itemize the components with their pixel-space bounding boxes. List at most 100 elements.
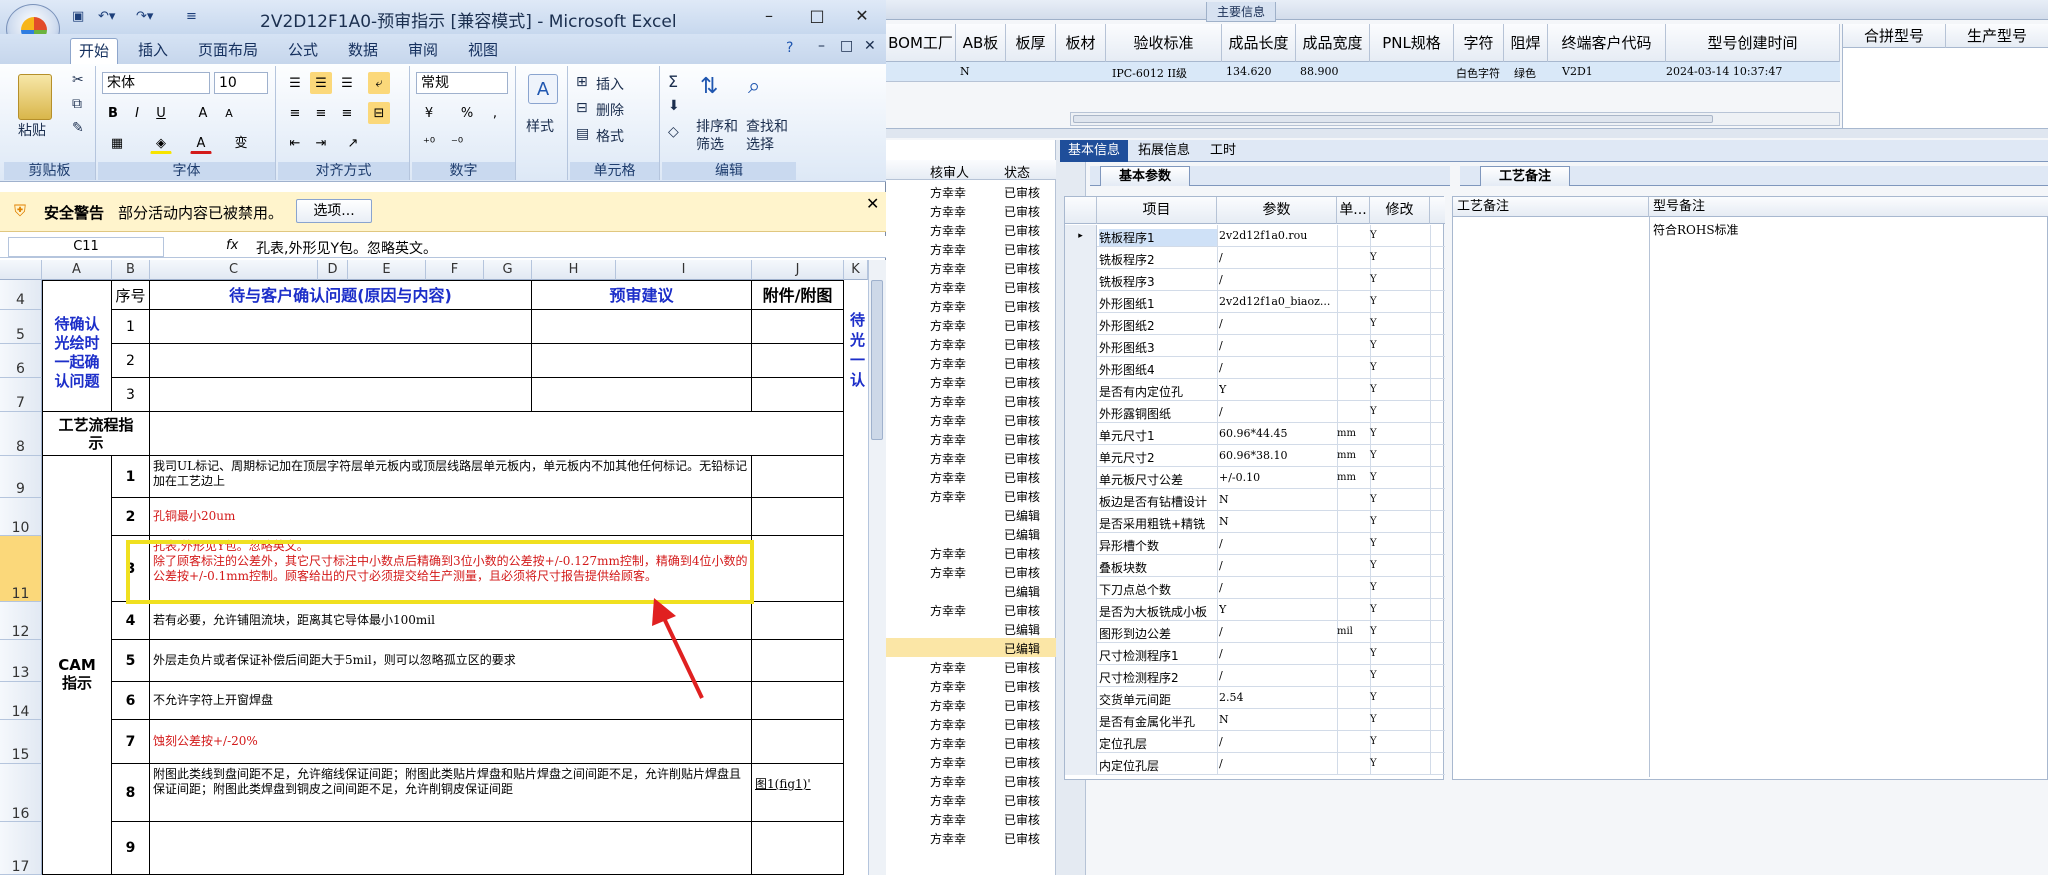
- param-row[interactable]: 铣板程序3 / Y: [1065, 269, 1445, 291]
- status-row[interactable]: 方幸幸 已审核: [886, 733, 1056, 752]
- status-row[interactable]: 方幸幸 已审核: [886, 676, 1056, 695]
- confirm-suggest-1[interactable]: [532, 310, 752, 344]
- confirm-attach-2[interactable]: [752, 344, 844, 378]
- status-row[interactable]: 方幸幸 已审核: [886, 448, 1056, 467]
- header-seq[interactable]: 序号: [112, 280, 150, 310]
- status-row[interactable]: 方幸幸 已审核: [886, 410, 1056, 429]
- cam-label[interactable]: CAM指示: [42, 456, 112, 875]
- status-row[interactable]: 已编辑: [886, 638, 1056, 657]
- param-value[interactable]: /: [1219, 581, 1337, 594]
- row-header-7[interactable]: 7: [0, 378, 42, 412]
- col-combined-model[interactable]: 合拼型号: [1843, 24, 1946, 48]
- orientation-icon[interactable]: ↗: [342, 132, 364, 154]
- param-modify[interactable]: Y: [1370, 538, 1377, 549]
- save-icon[interactable]: ▣: [72, 9, 84, 24]
- col-header-g[interactable]: G: [484, 260, 532, 280]
- col-client[interactable]: 终端客户代码: [1548, 24, 1666, 62]
- param-modify[interactable]: Y: [1370, 626, 1377, 637]
- status-row[interactable]: 方幸幸 已审核: [886, 239, 1056, 258]
- param-row[interactable]: 尺寸检测程序2 / Y: [1065, 665, 1445, 687]
- param-value[interactable]: /: [1219, 361, 1337, 374]
- param-modify[interactable]: Y: [1370, 450, 1377, 461]
- param-modify[interactable]: Y: [1370, 714, 1377, 725]
- param-value[interactable]: 2v2d12f1a0.rou: [1219, 229, 1337, 242]
- confirm-suggest-3[interactable]: [532, 378, 752, 412]
- cam-seq[interactable]: 1: [112, 456, 150, 498]
- formula-input[interactable]: 孔表,外形见Y包。忽略英文。: [256, 238, 437, 258]
- col-char[interactable]: 字符: [1454, 24, 1504, 62]
- param-modify[interactable]: Y: [1370, 692, 1377, 703]
- tab-basic-params[interactable]: 基本参数: [1100, 166, 1191, 186]
- col-production-model[interactable]: 生产型号: [1946, 24, 2048, 48]
- align-left-icon[interactable]: ≡: [284, 102, 306, 124]
- param-value[interactable]: 2v2d12f1a0_biaoz...: [1219, 295, 1337, 308]
- undo-icon[interactable]: ↶▾: [98, 9, 115, 24]
- param-row[interactable]: 尺寸检测程序1 / Y: [1065, 643, 1445, 665]
- status-row[interactable]: 方幸幸 已审核: [886, 277, 1056, 296]
- row-header-11[interactable]: 11: [0, 536, 42, 602]
- status-row[interactable]: 方幸幸 已审核: [886, 391, 1056, 410]
- status-row[interactable]: 方幸幸 已审核: [886, 486, 1056, 505]
- status-row[interactable]: 方幸幸 已审核: [886, 334, 1056, 353]
- row-header-13[interactable]: 13: [0, 640, 42, 682]
- confirm-seq-1[interactable]: 1: [112, 310, 150, 344]
- underline-button[interactable]: U: [150, 102, 172, 124]
- param-value[interactable]: /: [1219, 339, 1337, 352]
- status-row[interactable]: 方幸幸 已审核: [886, 790, 1056, 809]
- header-issue[interactable]: 待与客户确认问题(原因与内容): [150, 280, 532, 310]
- status-row[interactable]: 已编辑: [886, 524, 1056, 543]
- status-row[interactable]: 方幸幸 已审核: [886, 467, 1056, 486]
- param-value[interactable]: /: [1219, 273, 1337, 286]
- tab-insert[interactable]: 插入: [130, 38, 176, 64]
- col-header-j[interactable]: J: [752, 260, 844, 280]
- row-header-8[interactable]: 8: [0, 412, 42, 456]
- main-grid-row[interactable]: N IPC-6012 II级 134.620 88.900 白色字符 绿色 V2…: [886, 62, 1840, 82]
- align-bottom-icon[interactable]: ☰: [336, 72, 358, 94]
- cam-text[interactable]: 孔铜最小20um: [150, 498, 752, 536]
- col-header-h[interactable]: H: [532, 260, 616, 280]
- close-warning-icon[interactable]: ✕: [866, 194, 879, 213]
- header-suggest[interactable]: 预审建议: [532, 280, 752, 310]
- tab-review[interactable]: 审阅: [400, 38, 446, 64]
- param-modify[interactable]: Y: [1370, 494, 1377, 505]
- styles-button[interactable]: 样式: [526, 116, 554, 136]
- delete-cells-button[interactable]: 删除: [596, 100, 624, 120]
- status-row[interactable]: 方幸幸 已审核: [886, 695, 1056, 714]
- workbook-minimize-icon[interactable]: –: [818, 38, 825, 54]
- param-row[interactable]: 板边是否有钻槽设计 N Y: [1065, 489, 1445, 511]
- col-header-a[interactable]: A: [42, 260, 112, 280]
- param-value[interactable]: /: [1219, 625, 1337, 638]
- param-modify[interactable]: Y: [1370, 472, 1377, 483]
- col-header-i[interactable]: I: [616, 260, 752, 280]
- row-header-14[interactable]: 14: [0, 682, 42, 720]
- name-box[interactable]: C11: [8, 237, 164, 257]
- cam-seq[interactable]: 9: [112, 822, 150, 875]
- cam-attach[interactable]: [752, 640, 844, 682]
- bold-button[interactable]: B: [102, 102, 124, 124]
- param-value[interactable]: /: [1219, 317, 1337, 330]
- param-value[interactable]: /: [1219, 537, 1337, 550]
- param-modify[interactable]: Y: [1370, 296, 1377, 307]
- status-row[interactable]: 方幸幸 已审核: [886, 429, 1056, 448]
- status-row[interactable]: 方幸幸 已审核: [886, 657, 1056, 676]
- close-button[interactable]: ✕: [845, 4, 879, 28]
- param-value[interactable]: /: [1219, 735, 1337, 748]
- param-modify[interactable]: Y: [1370, 340, 1377, 351]
- insert-cells-icon[interactable]: ⊞: [576, 74, 588, 90]
- wrap-text-icon[interactable]: ⤶: [368, 72, 390, 94]
- param-value[interactable]: /: [1219, 757, 1337, 770]
- param-value[interactable]: +/-0.10: [1219, 471, 1337, 484]
- status-row[interactable]: 方幸幸 已审核: [886, 182, 1056, 201]
- status-row[interactable]: 方幸幸 已审核: [886, 714, 1056, 733]
- row-header-15[interactable]: 15: [0, 720, 42, 764]
- param-row[interactable]: 单元尺寸1 60.96*44.45 mm Y: [1065, 423, 1445, 445]
- status-row[interactable]: 方幸幸 已审核: [886, 220, 1056, 239]
- row-header-6[interactable]: 6: [0, 344, 42, 378]
- workbook-restore-icon[interactable]: □: [840, 38, 853, 54]
- increase-indent-icon[interactable]: ⇥: [310, 132, 332, 154]
- param-row[interactable]: 下刀点总个数 / Y: [1065, 577, 1445, 599]
- row-header-16[interactable]: 16: [0, 764, 42, 822]
- param-modify[interactable]: Y: [1370, 670, 1377, 681]
- param-row[interactable]: 单元尺寸2 60.96*38.10 mm Y: [1065, 445, 1445, 467]
- tab-extended-info[interactable]: 拓展信息: [1130, 140, 1198, 162]
